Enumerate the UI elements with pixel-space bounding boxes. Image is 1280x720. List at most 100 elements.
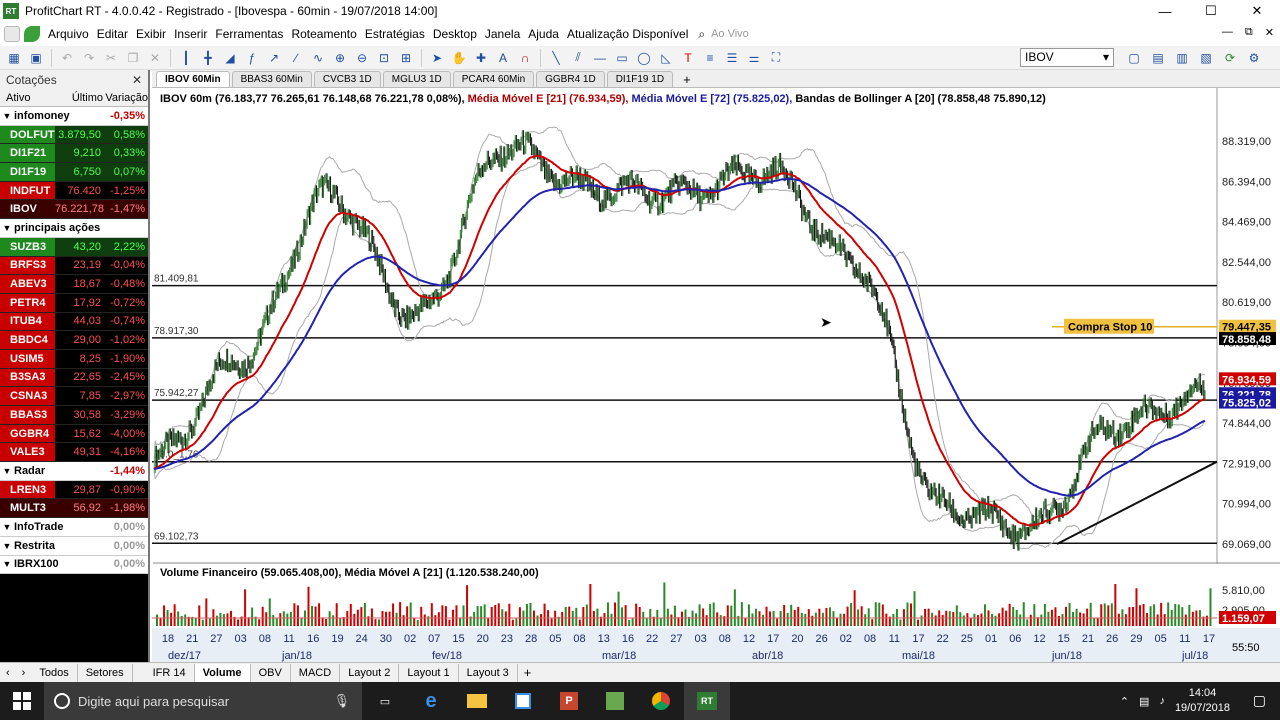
price-chart-svg[interactable]: IBOV 60m (76.183,77 76.265,61 76.148,68 … bbox=[152, 88, 1280, 662]
quote-row[interactable]: BBDC4 29,00 -1,02% bbox=[0, 331, 148, 350]
quote-row[interactable]: B3SA3 22,65 -2,45% bbox=[0, 368, 148, 388]
mdi-close-button[interactable]: ✕ bbox=[1265, 26, 1274, 39]
chart-tab-ibov-60min[interactable]: IBOV 60Min bbox=[156, 71, 230, 87]
ellipse-icon[interactable]: ◯ bbox=[634, 48, 654, 68]
mdi-restore-button[interactable]: ⧉ bbox=[1245, 26, 1253, 39]
group-radar[interactable]: ▼ Radar -1,44% bbox=[0, 462, 148, 481]
minimize-button[interactable]: — bbox=[1142, 0, 1188, 22]
collapse-icon[interactable]: ▼ bbox=[0, 466, 14, 476]
quote-row[interactable]: ABEV3 18,67 -0,48% bbox=[0, 275, 148, 294]
group-restrita[interactable]: ▼ Restrita 0,00% bbox=[0, 536, 148, 556]
tab-layout-1[interactable]: Layout 1 bbox=[399, 663, 459, 682]
hline-icon[interactable]: ― bbox=[590, 48, 610, 68]
channel-icon[interactable]: ⫽ bbox=[568, 48, 588, 68]
maximize-button[interactable]: ☐ bbox=[1188, 0, 1234, 22]
cut-icon[interactable]: ✂ bbox=[101, 48, 121, 68]
menu-roteamento[interactable]: Roteamento bbox=[287, 27, 360, 41]
window-icon[interactable]: ▢ bbox=[1124, 48, 1144, 68]
collapse-icon[interactable]: ▼ bbox=[0, 541, 14, 551]
group-ibrx100[interactable]: ▼ IBRX100 0,00% bbox=[0, 555, 148, 575]
menu-ajuda[interactable]: Ajuda bbox=[524, 27, 563, 41]
fibo-icon[interactable]: ≡ bbox=[700, 48, 720, 68]
add-layout-button[interactable]: + bbox=[518, 665, 538, 680]
collapse-icon[interactable]: ▼ bbox=[0, 522, 14, 532]
fibo-time-icon[interactable]: ⚌ bbox=[744, 48, 764, 68]
wave-icon[interactable]: ∿ bbox=[308, 48, 328, 68]
redo-icon[interactable]: ↷ bbox=[79, 48, 99, 68]
magnet-icon[interactable]: ∩ bbox=[515, 48, 535, 68]
tab-volume[interactable]: Volume bbox=[194, 663, 251, 682]
trend-icon[interactable]: ↗ bbox=[264, 48, 284, 68]
quote-row[interactable]: MULT3 56,92 -1,98% bbox=[0, 499, 148, 519]
profitchart-taskbar-icon[interactable]: RT bbox=[684, 682, 730, 720]
network-icon[interactable]: ▤ bbox=[1139, 695, 1149, 708]
quote-row[interactable]: DOLFUT 3.879,50 0,58% bbox=[0, 125, 148, 145]
menu-inserir[interactable]: Inserir bbox=[170, 27, 211, 41]
config-icon[interactable]: ⚙ bbox=[1244, 48, 1264, 68]
zoom-area-icon[interactable]: ⊡ bbox=[374, 48, 394, 68]
fibo-fan-icon[interactable]: ☰ bbox=[722, 48, 742, 68]
cursor-icon[interactable]: ➤ bbox=[427, 48, 447, 68]
mic-icon[interactable]: 🎙 bbox=[333, 693, 350, 709]
zoom-out-icon[interactable]: ⊖ bbox=[352, 48, 372, 68]
menu-arquivo[interactable]: Arquivo bbox=[44, 27, 93, 41]
store-icon[interactable] bbox=[500, 682, 546, 720]
group-infotrade[interactable]: ▼ InfoTrade 0,00% bbox=[0, 518, 148, 537]
quote-row[interactable]: LREN3 29,87 -0,90% bbox=[0, 480, 148, 500]
add-chart-tab-button[interactable]: + bbox=[675, 71, 699, 87]
copy-icon[interactable]: ❐ bbox=[123, 48, 143, 68]
compra-stop-label[interactable]: Compra Stop 10 bbox=[1064, 318, 1154, 334]
scroll-right-icon[interactable]: › bbox=[16, 667, 32, 679]
zoom-in-icon[interactable]: ⊕ bbox=[330, 48, 350, 68]
undo-icon[interactable]: ↶ bbox=[57, 48, 77, 68]
col-ativo[interactable]: Ativo bbox=[0, 92, 55, 104]
tab-macd[interactable]: MACD bbox=[291, 663, 341, 682]
menu-atualizacao-disponivel[interactable]: Atualização Disponível bbox=[563, 27, 692, 41]
chart-tab-ggbr4-1d[interactable]: GGBR4 1D bbox=[536, 71, 605, 87]
explorer-icon[interactable] bbox=[454, 682, 500, 720]
menu-ferramentas[interactable]: Ferramentas bbox=[211, 27, 287, 41]
triangle-icon[interactable]: ◺ bbox=[656, 48, 676, 68]
chart-tab-pcar4-60min[interactable]: PCAR4 60Min bbox=[452, 71, 535, 87]
crosshair-icon[interactable]: ✚ bbox=[471, 48, 491, 68]
app-menu-icon[interactable] bbox=[4, 26, 20, 42]
quote-row[interactable]: BBAS3 30,58 -3,29% bbox=[0, 406, 148, 425]
menu-exibir[interactable]: Exibir bbox=[132, 27, 170, 41]
refresh-icon[interactable]: ⟳ bbox=[1220, 48, 1240, 68]
powerpoint-icon[interactable]: P bbox=[546, 682, 592, 720]
group-principais-acoes[interactable]: ▼ principais ações bbox=[0, 219, 148, 238]
bar-icon[interactable]: ╋ bbox=[198, 48, 218, 68]
save-icon[interactable]: ▣ bbox=[26, 48, 46, 68]
quote-row[interactable]: SUZB3 43,20 2,22% bbox=[0, 237, 148, 257]
quote-row[interactable]: INDFUT 76.420 -1,25% bbox=[0, 181, 148, 201]
group-infomoney[interactable]: ▼ infomoney -0,35% bbox=[0, 107, 148, 126]
edge-icon[interactable]: e bbox=[408, 682, 454, 720]
trendline-icon[interactable]: ╲ bbox=[546, 48, 566, 68]
close-button[interactable]: ✕ bbox=[1234, 0, 1280, 22]
col-variacao[interactable]: Variação bbox=[103, 92, 148, 104]
line-icon[interactable]: ∕ bbox=[286, 48, 306, 68]
notifications-icon[interactable]: ▢ bbox=[1253, 692, 1266, 709]
volume-icon[interactable]: ♪ bbox=[1159, 695, 1165, 707]
layout-icon[interactable]: ▦ bbox=[4, 48, 24, 68]
mdi-minimize-button[interactable]: — bbox=[1222, 26, 1233, 39]
indicator-icon[interactable]: ƒ bbox=[242, 48, 262, 68]
asset-select[interactable]: IBOV bbox=[1020, 48, 1114, 67]
leaf-icon[interactable] bbox=[24, 26, 40, 42]
clock[interactable]: 14:04 19/07/2018 bbox=[1175, 686, 1230, 716]
menu-editar[interactable]: Editar bbox=[93, 27, 132, 41]
menu-desktop[interactable]: Desktop bbox=[429, 27, 481, 41]
quote-row[interactable]: CSNA3 7,85 -2,97% bbox=[0, 387, 148, 406]
quote-row[interactable]: PETR4 17,92 -0,72% bbox=[0, 293, 148, 313]
tab-layout-3[interactable]: Layout 3 bbox=[459, 663, 518, 682]
search-icon[interactable]: ⌕ bbox=[692, 27, 707, 42]
menu-estrategias[interactable]: Estratégias bbox=[361, 27, 429, 41]
quote-row[interactable]: VALE3 49,31 -4,16% bbox=[0, 443, 148, 463]
quote-row[interactable]: USIM5 8,25 -1,90% bbox=[0, 349, 148, 369]
tab-obv[interactable]: OBV bbox=[251, 663, 291, 682]
area-icon[interactable]: ◢ bbox=[220, 48, 240, 68]
chart-window-icon[interactable]: ▥ bbox=[1172, 48, 1192, 68]
collapse-icon[interactable]: ▼ bbox=[0, 559, 14, 569]
chart-tab-cvcb3-1d[interactable]: CVCB3 1D bbox=[313, 71, 381, 87]
chrome-icon[interactable] bbox=[638, 682, 684, 720]
